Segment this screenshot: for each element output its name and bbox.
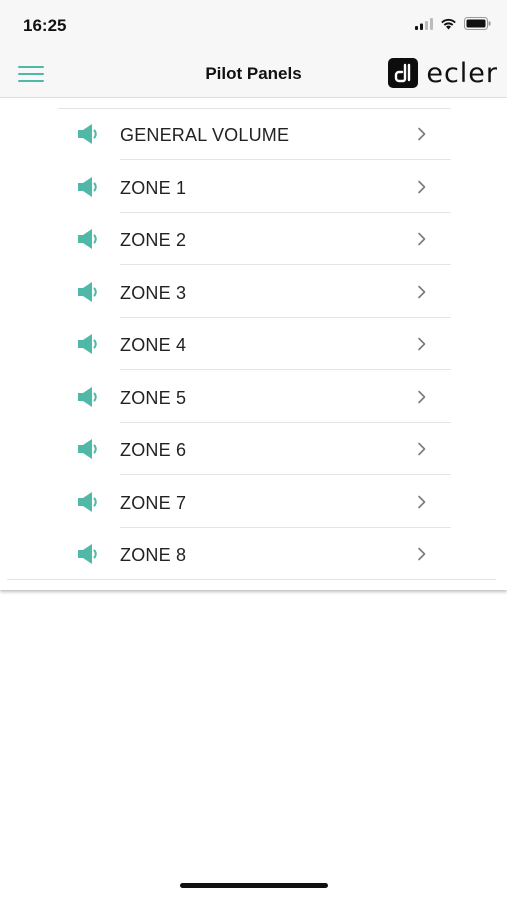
list-item-label: ZONE 1 <box>120 177 187 198</box>
list-item[interactable]: ZONE 6 <box>0 423 507 475</box>
speaker-icon <box>78 490 100 514</box>
list-item-label: ZONE 8 <box>120 545 187 565</box>
list-item[interactable]: ZONE 4 <box>0 318 507 370</box>
speaker-icon <box>78 542 100 566</box>
status-bar: 16:25 <box>0 0 507 50</box>
chevron-right-icon <box>417 442 427 456</box>
list-item-label: ZONE 2 <box>120 230 187 250</box>
status-time: 16:25 <box>23 16 67 35</box>
list-item-label: ZONE 3 <box>120 282 187 303</box>
logo-mark-icon <box>388 58 419 88</box>
home-indicator[interactable] <box>180 883 328 888</box>
status-icons <box>415 17 491 30</box>
list-item-label: ZONE 5 <box>120 387 187 408</box>
pilot-panels-list: GENERAL VOLUME ZONE 1 ZONE 2 ZONE 3 ZONE 4 ZO… <box>0 98 507 590</box>
chevron-right-icon <box>417 495 427 509</box>
chevron-right-icon <box>417 390 427 404</box>
chevron-right-icon <box>417 337 427 351</box>
logo-text: ecler <box>426 57 498 89</box>
chevron-right-icon <box>417 285 427 299</box>
ecler-logo: ecler <box>388 56 498 90</box>
list-item[interactable]: ZONE 5 <box>0 371 507 423</box>
speaker-icon <box>78 122 100 146</box>
battery-icon <box>464 17 491 30</box>
list-item[interactable]: ZONE 7 <box>0 476 507 528</box>
chevron-right-icon <box>417 547 427 561</box>
speaker-icon <box>78 437 100 461</box>
nav-bar: Pilot Panels ecler <box>0 50 507 98</box>
speaker-icon <box>78 227 100 251</box>
speaker-icon <box>78 175 100 199</box>
chevron-right-icon <box>417 232 427 246</box>
chevron-right-icon <box>417 127 427 141</box>
list-item-label: GENERAL VOLUME <box>120 125 290 145</box>
speaker-icon <box>78 280 100 304</box>
list-divider <box>7 579 496 580</box>
speaker-icon <box>78 385 100 409</box>
chevron-right-icon <box>417 180 427 194</box>
signal-icon <box>415 17 433 30</box>
list-item[interactable]: ZONE 2 <box>0 213 507 265</box>
list-item[interactable]: ZONE 8 <box>0 528 507 580</box>
list-item-label: ZONE 4 <box>120 335 187 355</box>
list-item-label: ZONE 7 <box>120 492 187 513</box>
list-item[interactable]: ZONE 1 <box>0 161 507 213</box>
list-item[interactable]: GENERAL VOLUME <box>0 108 507 160</box>
wifi-icon <box>441 18 456 29</box>
list-item[interactable]: ZONE 3 <box>0 266 507 318</box>
speaker-icon <box>78 332 100 356</box>
list-item-label: ZONE 6 <box>120 440 187 460</box>
